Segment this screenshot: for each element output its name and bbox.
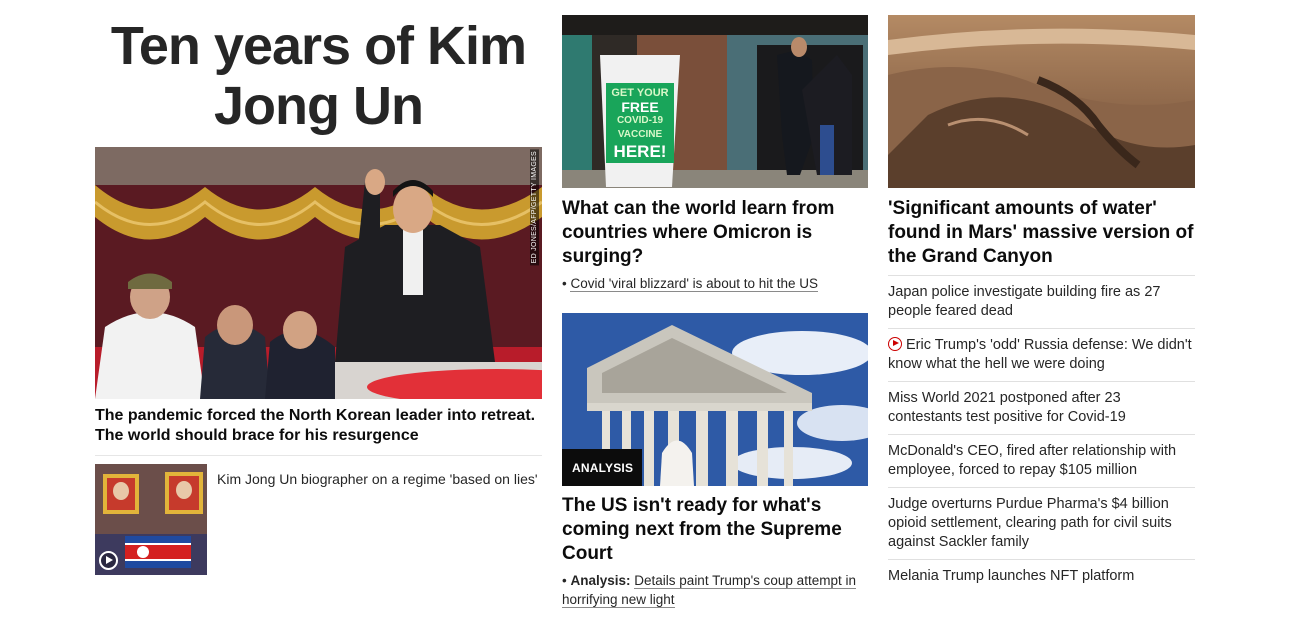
list-item[interactable]: Japan police investigate building fire a… [888,275,1195,328]
video-play-icon [888,337,902,351]
list-item[interactable]: Melania Trump launches NFT platform [888,559,1195,593]
vaccine-sign: GET YOUR FREE COVID-19 VACCINE HERE! [611,87,669,161]
supreme-court-headline[interactable]: The US isn't ready for what's coming nex… [562,494,868,566]
headline-list: Japan police investigate building fire a… [888,275,1195,593]
list-item[interactable]: Eric Trump's 'odd' Russia defense: We di… [888,328,1195,381]
hero-image-kim-jong-un[interactable]: ED JONES/AFP/GETTY IMAGES [95,147,542,399]
supreme-court-bullet: • Analysis: Details paint Trump's coup a… [562,573,856,608]
analysis-badge: ANALYSIS [562,449,643,486]
list-item[interactable]: Judge overturns Purdue Pharma's $4 billi… [888,487,1195,559]
mars-headline[interactable]: 'Significant amounts of water' found in … [888,197,1195,275]
mars-photo [888,15,1195,188]
secondary-story: Kim Jong Un biographer on a regime 'base… [95,464,542,575]
bullet-prefix: Analysis: [570,573,631,588]
list-item[interactable]: McDonald's CEO, fired after relationship… [888,434,1195,487]
mars-canyon-image[interactable] [888,15,1195,188]
column-middle: GET YOUR FREE COVID-19 VACCINE HERE! Wha… [562,0,868,609]
omicron-headline[interactable]: What can the world learn from countries … [562,197,868,269]
zone-title: Ten years of Kim Jong Un [110,16,527,136]
divider [95,455,542,456]
omicron-bullet: • Covid 'viral blizzard' is about to hit… [562,276,818,292]
image-credit: ED JONES/AFP/GETTY IMAGES [530,149,539,266]
column-left: Ten years of Kim Jong Un ED JONES/AFP/GE… [95,0,542,575]
hero-headline[interactable]: The pandemic forced the North Korean lea… [95,406,542,446]
covid-vaccine-image[interactable]: GET YOUR FREE COVID-19 VACCINE HERE! [562,15,868,188]
secondary-story-thumbnail[interactable] [95,464,207,575]
column-right: 'Significant amounts of water' found in … [888,0,1195,593]
list-item[interactable]: Miss World 2021 postponed after 23 conte… [888,381,1195,434]
hero-photo [95,147,542,399]
omicron-bullet-link[interactable]: Covid 'viral blizzard' is about to hit t… [570,276,818,292]
supreme-court-image[interactable]: ANALYSIS [562,313,868,486]
secondary-story-headline[interactable]: Kim Jong Un biographer on a regime 'base… [217,470,538,575]
play-icon [99,551,118,570]
